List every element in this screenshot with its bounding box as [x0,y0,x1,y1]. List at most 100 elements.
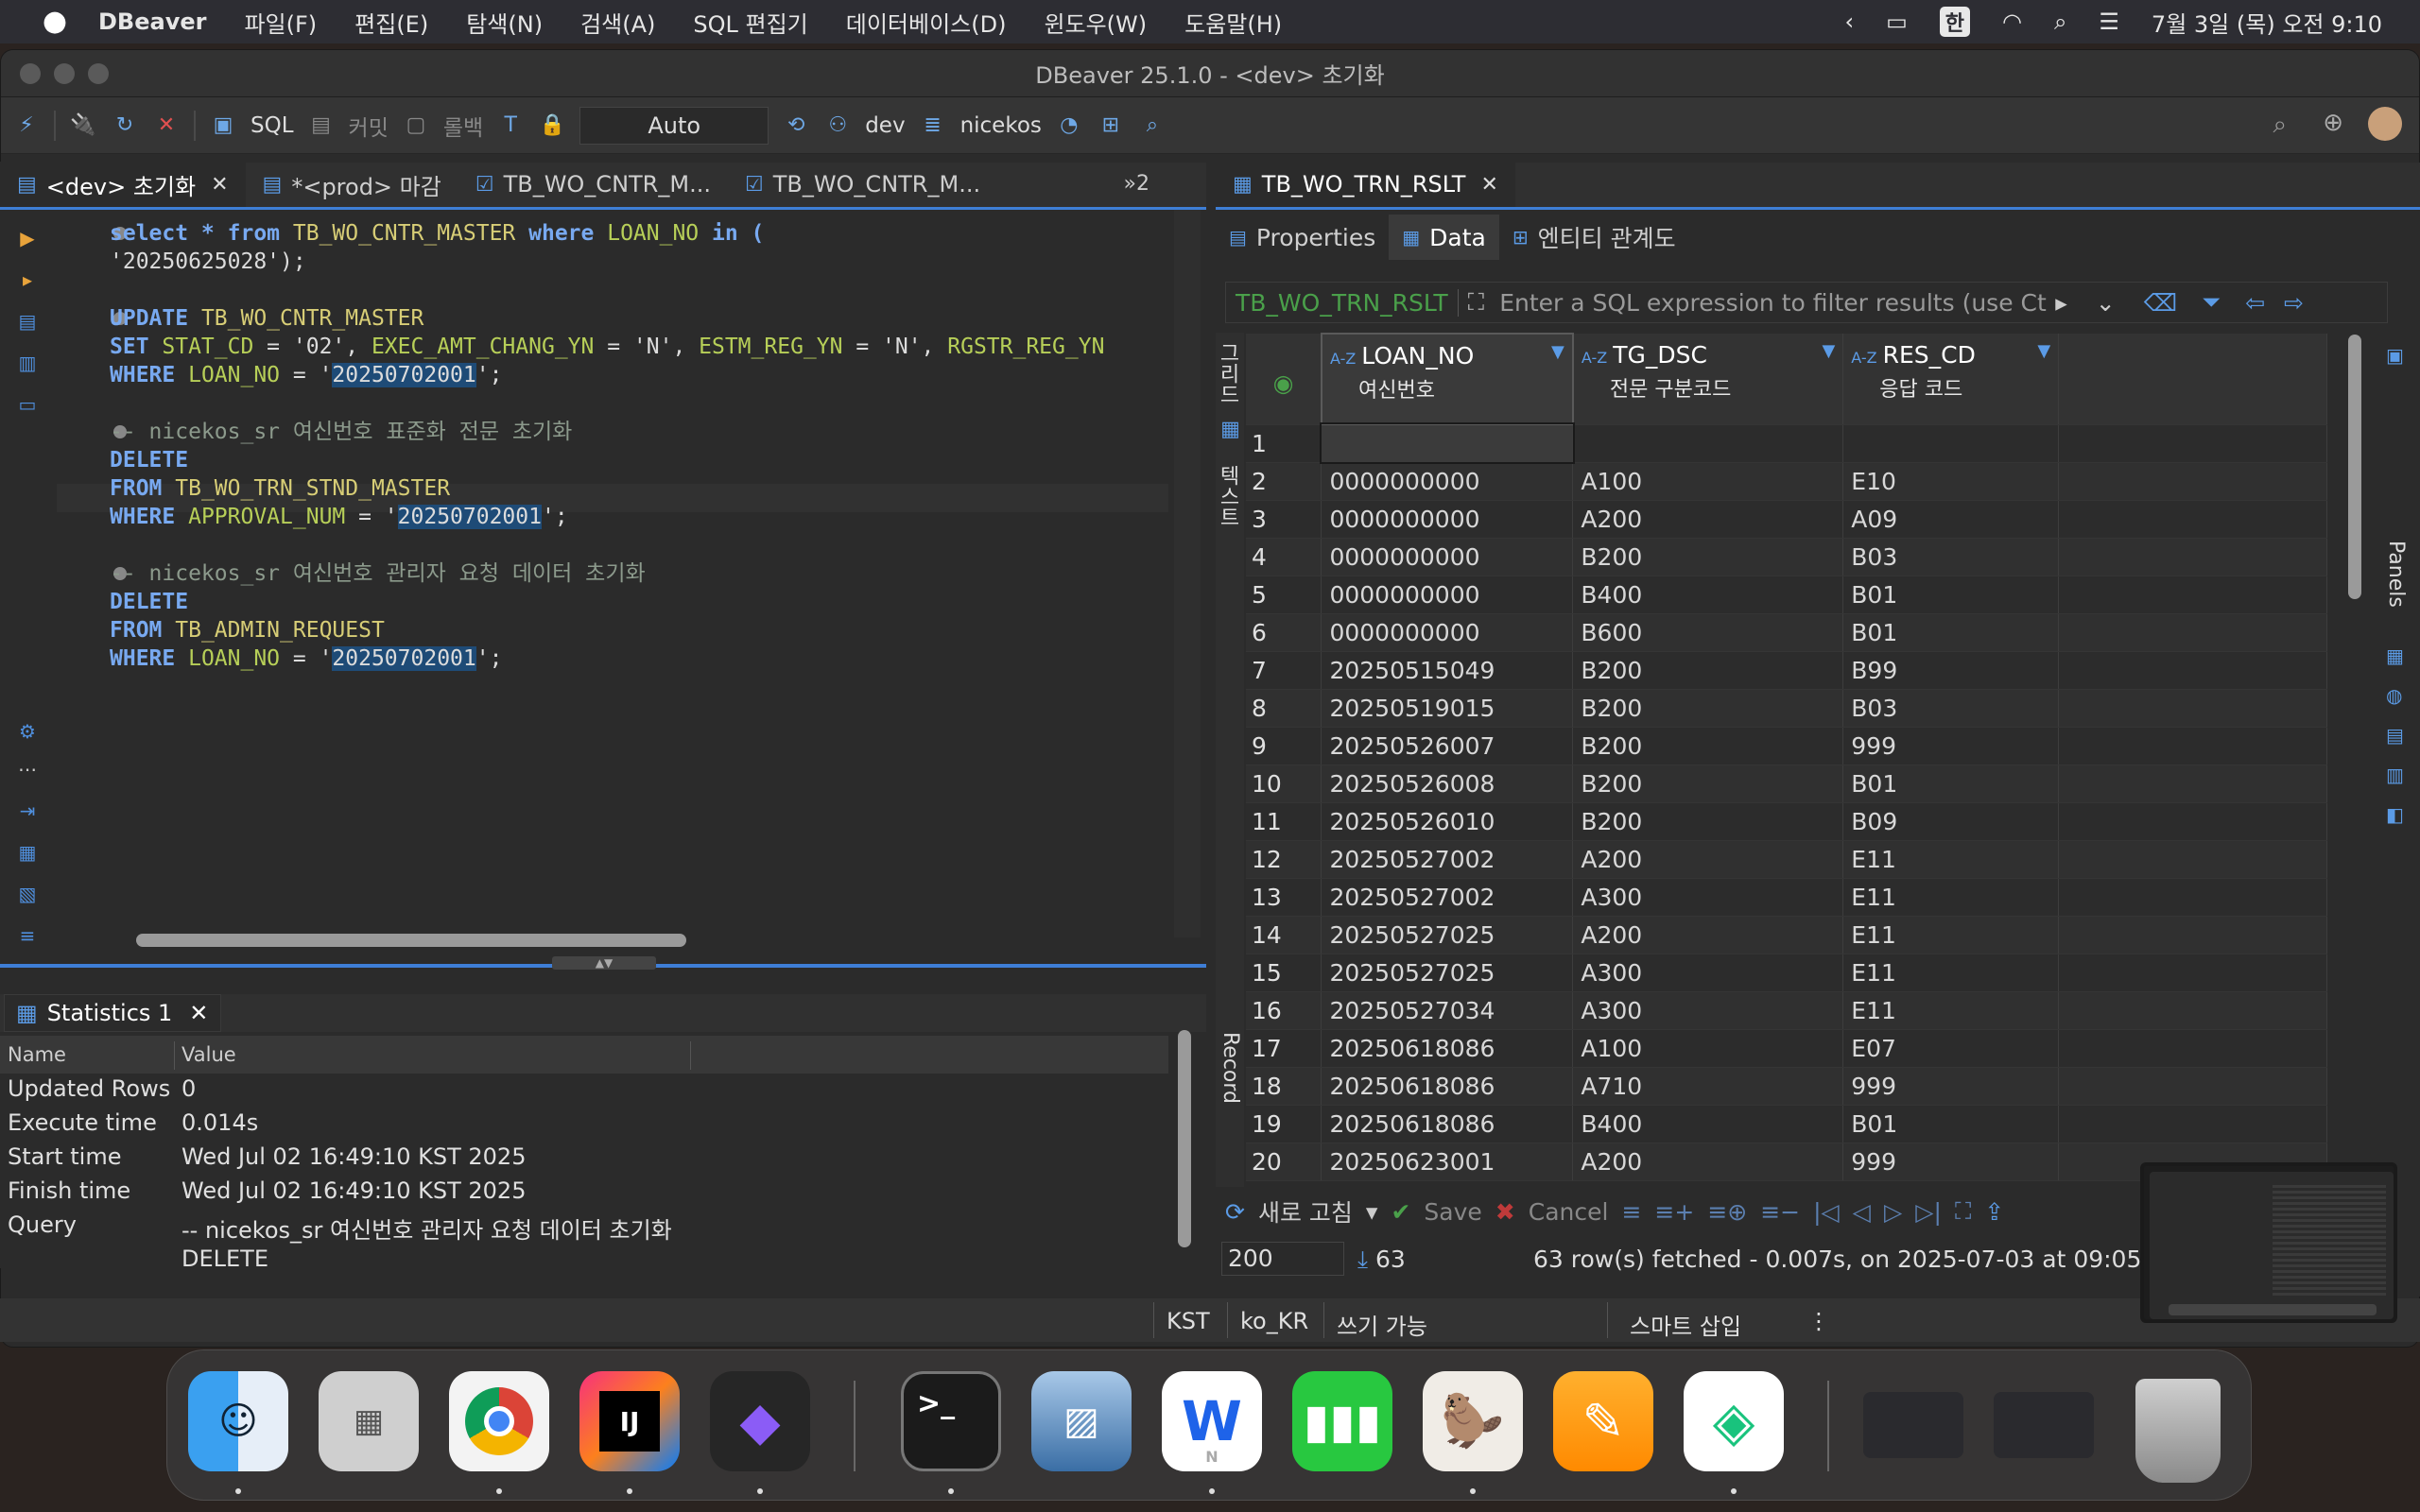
table-row[interactable]: 6 0000000000 B600 B01 [1246,613,2327,652]
table-cell[interactable]: E07 [1842,1029,2060,1068]
table-cell[interactable]: A09 [1842,500,2060,539]
row-number[interactable]: 12 [1246,840,1322,879]
terminal-icon[interactable]: >_ [901,1371,1001,1471]
table-cell[interactable]: 20250527002 [1321,840,1574,879]
column-header-res-cd[interactable]: A-Z RES_CD ▼ 응답 코드 [1842,334,2060,425]
refresh-button[interactable]: 새로 고침 [1258,1194,1353,1228]
menu-sql-editor[interactable]: SQL 편집기 [693,6,807,39]
row-number[interactable]: 3 [1246,500,1322,539]
table-cell[interactable]: B03 [1842,689,2060,728]
refresh-icon[interactable]: ⟳ [1225,1198,1245,1226]
row-number[interactable]: 19 [1246,1105,1322,1143]
table-cell[interactable]: 0000000000 [1321,538,1574,576]
row-number[interactable]: 11 [1246,802,1322,841]
table-cell[interactable]: B200 [1572,538,1844,576]
splitter-handle[interactable]: ▲▼ [552,956,656,970]
lock-icon[interactable]: 🔒 [538,112,566,140]
table-cell[interactable]: E11 [1842,954,2060,992]
more-tabs-button[interactable]: »2 [1124,172,1150,196]
numbers-icon[interactable]: ▮▮▮ [1292,1371,1392,1471]
tab-dev-init[interactable]: ▤ <dev> 초기화 ✕ [0,162,246,207]
table-row[interactable]: 18 20250618086 A710 999 [1246,1067,2327,1106]
cancel-icon[interactable]: ✖ [1495,1198,1515,1226]
terminal-icon[interactable]: ▭ [15,393,40,418]
add-row-icon[interactable]: ≡+ [1654,1198,1694,1226]
tab-trn-rslt[interactable]: ▦ TB_WO_TRN_RSLT ✕ [1216,162,1515,207]
menu-help[interactable]: 도움말(H) [1184,6,1282,39]
dbeaver-icon[interactable]: 🦫 [1423,1371,1523,1471]
table-cell[interactable]: E11 [1842,916,2060,954]
row-number[interactable]: 1 [1246,424,1322,463]
table-cell[interactable]: B01 [1842,613,2060,652]
grid-icon[interactable]: ▦ [1218,418,1242,441]
rollback-icon[interactable]: ▢ [402,112,430,140]
last-page-icon[interactable]: ▷| [1915,1198,1942,1226]
transaction-mode-icon[interactable]: T [496,112,525,140]
save-icon[interactable]: ✔ [1391,1198,1410,1226]
wifi-icon[interactable]: ◠ [2002,9,2022,35]
table-cell[interactable]: B200 [1572,802,1844,841]
menu-database[interactable]: 데이터베이스(D) [846,6,1007,39]
connection-icon[interactable]: ⚇ [823,112,852,140]
table-cell[interactable]: 999 [1842,1143,2060,1181]
new-connection-icon[interactable]: ⚡ [12,112,41,140]
delete-row-icon[interactable]: ≡− [1760,1198,1800,1226]
eraser-icon[interactable]: ⌫ [2144,289,2177,317]
row-number[interactable]: 10 [1246,765,1322,803]
table-row[interactable]: 4 0000000000 B200 B03 [1246,538,2327,576]
next-page-icon[interactable]: ▷ [1884,1198,1902,1226]
table-cell[interactable]: A710 [1572,1067,1844,1106]
finder-icon[interactable]: ☺ [188,1371,288,1471]
split-view-icon[interactable]: ◧ [2386,803,2411,828]
column-header-tg-dsc[interactable]: A-Z TG_DSC ▼ 전문 구분코드 [1572,334,1844,425]
code-editor[interactable]: ▶ ▸ ▤ ▥ ▭ ⚙ ⋯ ⇥ ▦ ▧ ≡ select * from TB_W… [0,210,1206,966]
table-cell[interactable]: 20250618086 [1321,1105,1574,1143]
sort-icon[interactable]: ▼ [2037,341,2050,361]
sort-icon[interactable]: ▼ [1822,341,1835,361]
table-cell[interactable]: 20250526008 [1321,765,1574,803]
table-cell[interactable]: E10 [1842,462,2060,501]
table-row[interactable]: 1 [1246,422,2327,464]
table-cell[interactable]: A200 [1572,1143,1844,1181]
forward-icon[interactable]: ⇨ [2284,289,2304,317]
table-cell[interactable]: 20250527002 [1321,878,1574,917]
minimized-window-thumbnail[interactable] [1863,1392,1963,1458]
table-cell[interactable]: 999 [1842,1067,2060,1106]
row-number[interactable]: 14 [1246,916,1322,954]
export-icon[interactable]: ⇥ [15,799,40,824]
status-locale[interactable]: ko_KR [1240,1308,1308,1334]
export-icon[interactable]: ⇪ [1984,1198,2004,1226]
app-menu[interactable]: DBeaver [98,9,206,35]
table-cell[interactable]: B400 [1572,1105,1844,1143]
table-cell[interactable]: A300 [1572,954,1844,992]
table-row[interactable]: 12 20250527002 A200 E11 [1246,840,2327,879]
table-row[interactable]: 11 20250526010 B200 B09 [1246,802,2327,841]
chevron-down-icon[interactable]: ⌄ [2096,289,2116,317]
tab-data[interactable]: ▦ Data [1389,215,1499,260]
tab-text-view[interactable]: 텍스트 [1216,465,1242,527]
first-page-icon[interactable]: |◁ [1813,1198,1840,1226]
table-cell[interactable]: 20250515049 [1321,651,1574,690]
table-cell[interactable]: A200 [1572,840,1844,879]
close-icon[interactable]: ✕ [1480,173,1497,197]
row-number[interactable]: 7 [1246,651,1322,690]
table-cell[interactable]: B200 [1572,689,1844,728]
close-icon[interactable]: ✕ [211,173,228,197]
execute-statement-icon[interactable]: ▶ [15,227,40,251]
row-count[interactable]: ⤓ 63 [1357,1246,1406,1274]
table-cell[interactable] [1842,424,2060,463]
column-header-loan-no[interactable]: A-Z LOAN_NO ▼ 여신번호 [1320,333,1574,425]
explain-plan-icon[interactable]: ▥ [15,352,40,376]
table-row[interactable]: 13 20250527002 A300 E11 [1246,878,2327,917]
status-timezone[interactable]: KST [1167,1308,1210,1334]
grid-vertical-scrollbar[interactable] [2348,335,2361,599]
table-cell[interactable]: A100 [1572,1029,1844,1068]
history-icon[interactable]: ⟲ [782,112,810,140]
execute-new-tab-icon[interactable]: ▸ [15,268,40,293]
status-insert-mode[interactable]: 스마트 삽입 [1630,1308,1741,1341]
table-cell[interactable]: B400 [1572,576,1844,614]
reconnect-icon[interactable]: ↻ [111,112,139,140]
sort-icon[interactable]: ▼ [1551,342,1564,362]
chevron-down-icon[interactable]: ▾ [1366,1198,1378,1226]
obsidian-icon[interactable]: ◆ [710,1371,810,1471]
